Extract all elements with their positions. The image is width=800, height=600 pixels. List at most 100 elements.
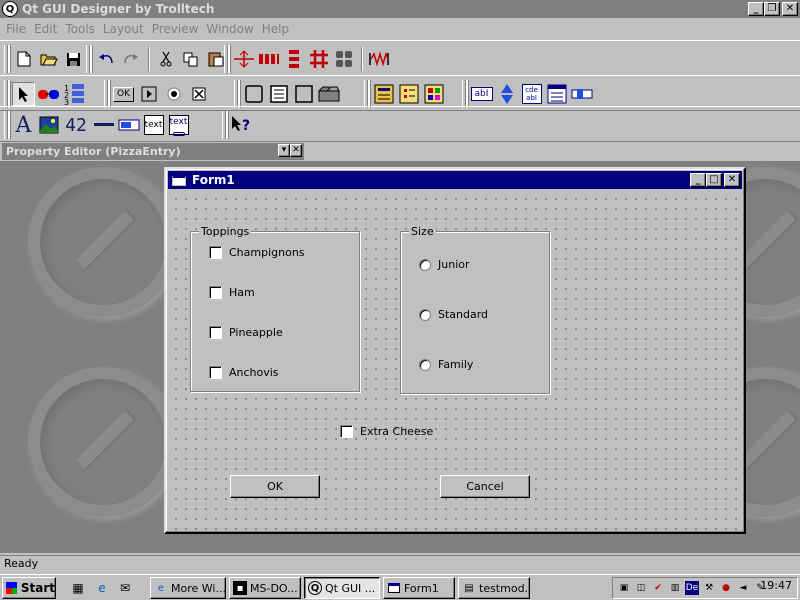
icon-view-icon[interactable]: [422, 82, 445, 106]
frame-icon[interactable]: [292, 82, 315, 106]
tab-widget-icon[interactable]: [317, 82, 340, 106]
toolbar-grip[interactable]: [86, 45, 90, 73]
group-box-icon[interactable]: [242, 82, 265, 106]
radio-button-icon[interactable]: [162, 82, 185, 106]
menu-window[interactable]: Window: [206, 22, 253, 36]
tray-check-icon[interactable]: ✔: [651, 581, 665, 595]
checkbox-box[interactable]: [209, 286, 222, 299]
checkbox-anchovis[interactable]: Anchovis: [209, 366, 279, 379]
toolbar-grip[interactable]: [4, 111, 8, 139]
spin-box-icon[interactable]: [495, 82, 518, 106]
start-button[interactable]: Start: [2, 577, 56, 599]
toolbar-grip[interactable]: [104, 80, 108, 108]
connect-signals-icon[interactable]: [37, 82, 60, 106]
tool-button-icon[interactable]: [137, 82, 160, 106]
close-button[interactable]: ✕: [782, 2, 798, 16]
list-view-icon[interactable]: [397, 82, 420, 106]
cut-scissors-icon[interactable]: [154, 47, 177, 71]
checkbox-pineapple[interactable]: Pineapple: [209, 326, 283, 339]
adjust-size-icon[interactable]: [232, 47, 255, 71]
redo-icon[interactable]: [119, 47, 142, 71]
menu-edit[interactable]: Edit: [34, 22, 57, 36]
property-editor-menu-button[interactable]: ▾: [278, 144, 290, 157]
radio-standard[interactable]: Standard: [419, 308, 488, 321]
task-testmod[interactable]: ▤ testmod...: [458, 577, 530, 599]
toolbar-grip[interactable]: [234, 80, 238, 108]
form-maximize-button[interactable]: □: [706, 173, 722, 187]
taskbar-clock[interactable]: 19:47: [760, 579, 792, 592]
radio-circle[interactable]: [419, 358, 431, 371]
ok-button[interactable]: OK: [230, 475, 320, 498]
form-canvas-grid[interactable]: Toppings Champignons Ham Pineapple Ancho…: [168, 191, 742, 530]
menu-tools[interactable]: Tools: [65, 22, 95, 36]
text-view-icon[interactable]: text: [142, 113, 165, 137]
line-icon[interactable]: [92, 113, 115, 137]
cancel-button[interactable]: Cancel: [440, 475, 530, 498]
tray-monitor-icon[interactable]: ◫: [634, 581, 648, 595]
lay-out-vertically-icon[interactable]: [282, 47, 305, 71]
checkbox-box[interactable]: [209, 326, 222, 339]
check-box-icon[interactable]: [187, 82, 210, 106]
lay-out-grid-icon[interactable]: [307, 47, 330, 71]
spacer-icon[interactable]: [367, 47, 390, 71]
menu-preview[interactable]: Preview: [152, 22, 199, 36]
toolbar-grip[interactable]: [462, 80, 466, 108]
tab-order-icon[interactable]: 123: [62, 82, 85, 106]
show-desktop-icon[interactable]: ▦: [70, 580, 86, 596]
radio-circle[interactable]: [419, 308, 431, 321]
minimize-button[interactable]: _: [748, 2, 764, 16]
property-editor-close-button[interactable]: ✕: [290, 144, 302, 157]
qt-app-icon[interactable]: Q: [2, 1, 18, 17]
new-file-icon[interactable]: [12, 47, 35, 71]
restore-button[interactable]: ❐: [764, 2, 780, 16]
lcd-number-icon[interactable]: 42: [62, 113, 90, 137]
toolbar-grip[interactable]: [4, 80, 8, 108]
task-qt-gui[interactable]: Q Qt GUI ...: [304, 577, 380, 599]
checkbox-box[interactable]: [340, 425, 353, 438]
button-group-icon[interactable]: [267, 82, 290, 106]
tray-scheduler-icon[interactable]: ▣: [617, 581, 631, 595]
property-editor-titlebar[interactable]: Property Editor (PizzaEntry) ▾ ✕: [2, 143, 304, 160]
tray-language-icon[interactable]: De: [685, 581, 699, 595]
pointer-arrow-icon[interactable]: [12, 82, 35, 106]
text-label-icon[interactable]: A: [12, 113, 35, 138]
copy-icon[interactable]: [179, 47, 202, 71]
checkbox-ham[interactable]: Ham: [209, 286, 255, 299]
form-close-button[interactable]: ✕: [724, 173, 740, 187]
toolbar-grip[interactable]: [224, 45, 228, 73]
checkbox-extra-cheese[interactable]: Extra Cheese: [340, 425, 433, 438]
toolbar-grip[interactable]: [364, 80, 368, 108]
checkbox-champignons[interactable]: Champignons: [209, 246, 305, 259]
menu-layout[interactable]: Layout: [103, 22, 144, 36]
radio-family[interactable]: Family: [419, 358, 473, 371]
form-window[interactable]: Form1 _ □ ✕ Toppings Champignons Ham Pin…: [164, 167, 746, 534]
toolbar-grip[interactable]: [222, 111, 226, 139]
undo-icon[interactable]: [94, 47, 117, 71]
size-groupbox[interactable]: Size Junior Standard Family: [400, 225, 550, 394]
tray-volume-icon[interactable]: ◄: [736, 581, 750, 595]
push-button-icon[interactable]: OK: [112, 82, 135, 106]
task-ms-dos[interactable]: ▪ MS-DO...: [229, 577, 301, 599]
lay-out-horizontally-icon[interactable]: [257, 47, 280, 71]
text-browser-icon[interactable]: text: [167, 113, 190, 137]
task-form1[interactable]: Form1: [383, 577, 455, 599]
toppings-groupbox[interactable]: Toppings Champignons Ham Pineapple Ancho…: [190, 225, 360, 392]
outlook-express-icon[interactable]: ✉: [117, 580, 133, 596]
progress-bar-icon[interactable]: [117, 113, 140, 137]
form-titlebar[interactable]: Form1 _ □ ✕: [168, 171, 742, 189]
save-disk-icon[interactable]: [62, 47, 85, 71]
tray-tool-icon[interactable]: ⚒: [702, 581, 716, 595]
radio-junior[interactable]: Junior: [419, 258, 470, 271]
internet-explorer-icon[interactable]: e: [94, 580, 110, 596]
checkbox-box[interactable]: [209, 246, 222, 259]
checkbox-box[interactable]: [209, 366, 222, 379]
tray-network-icon[interactable]: ▥: [668, 581, 682, 595]
menu-help[interactable]: Help: [262, 22, 289, 36]
radio-circle[interactable]: [419, 258, 431, 271]
list-box-icon[interactable]: [372, 82, 395, 106]
pixmap-label-icon[interactable]: [37, 113, 60, 137]
form-minimize-button[interactable]: _: [690, 173, 706, 187]
app-title-bar[interactable]: Q Qt GUI Designer by Trolltech _ ❐ ✕: [0, 0, 800, 18]
task-more-windows[interactable]: e More Wi...: [150, 577, 226, 599]
toolbar-grip[interactable]: [4, 45, 8, 73]
